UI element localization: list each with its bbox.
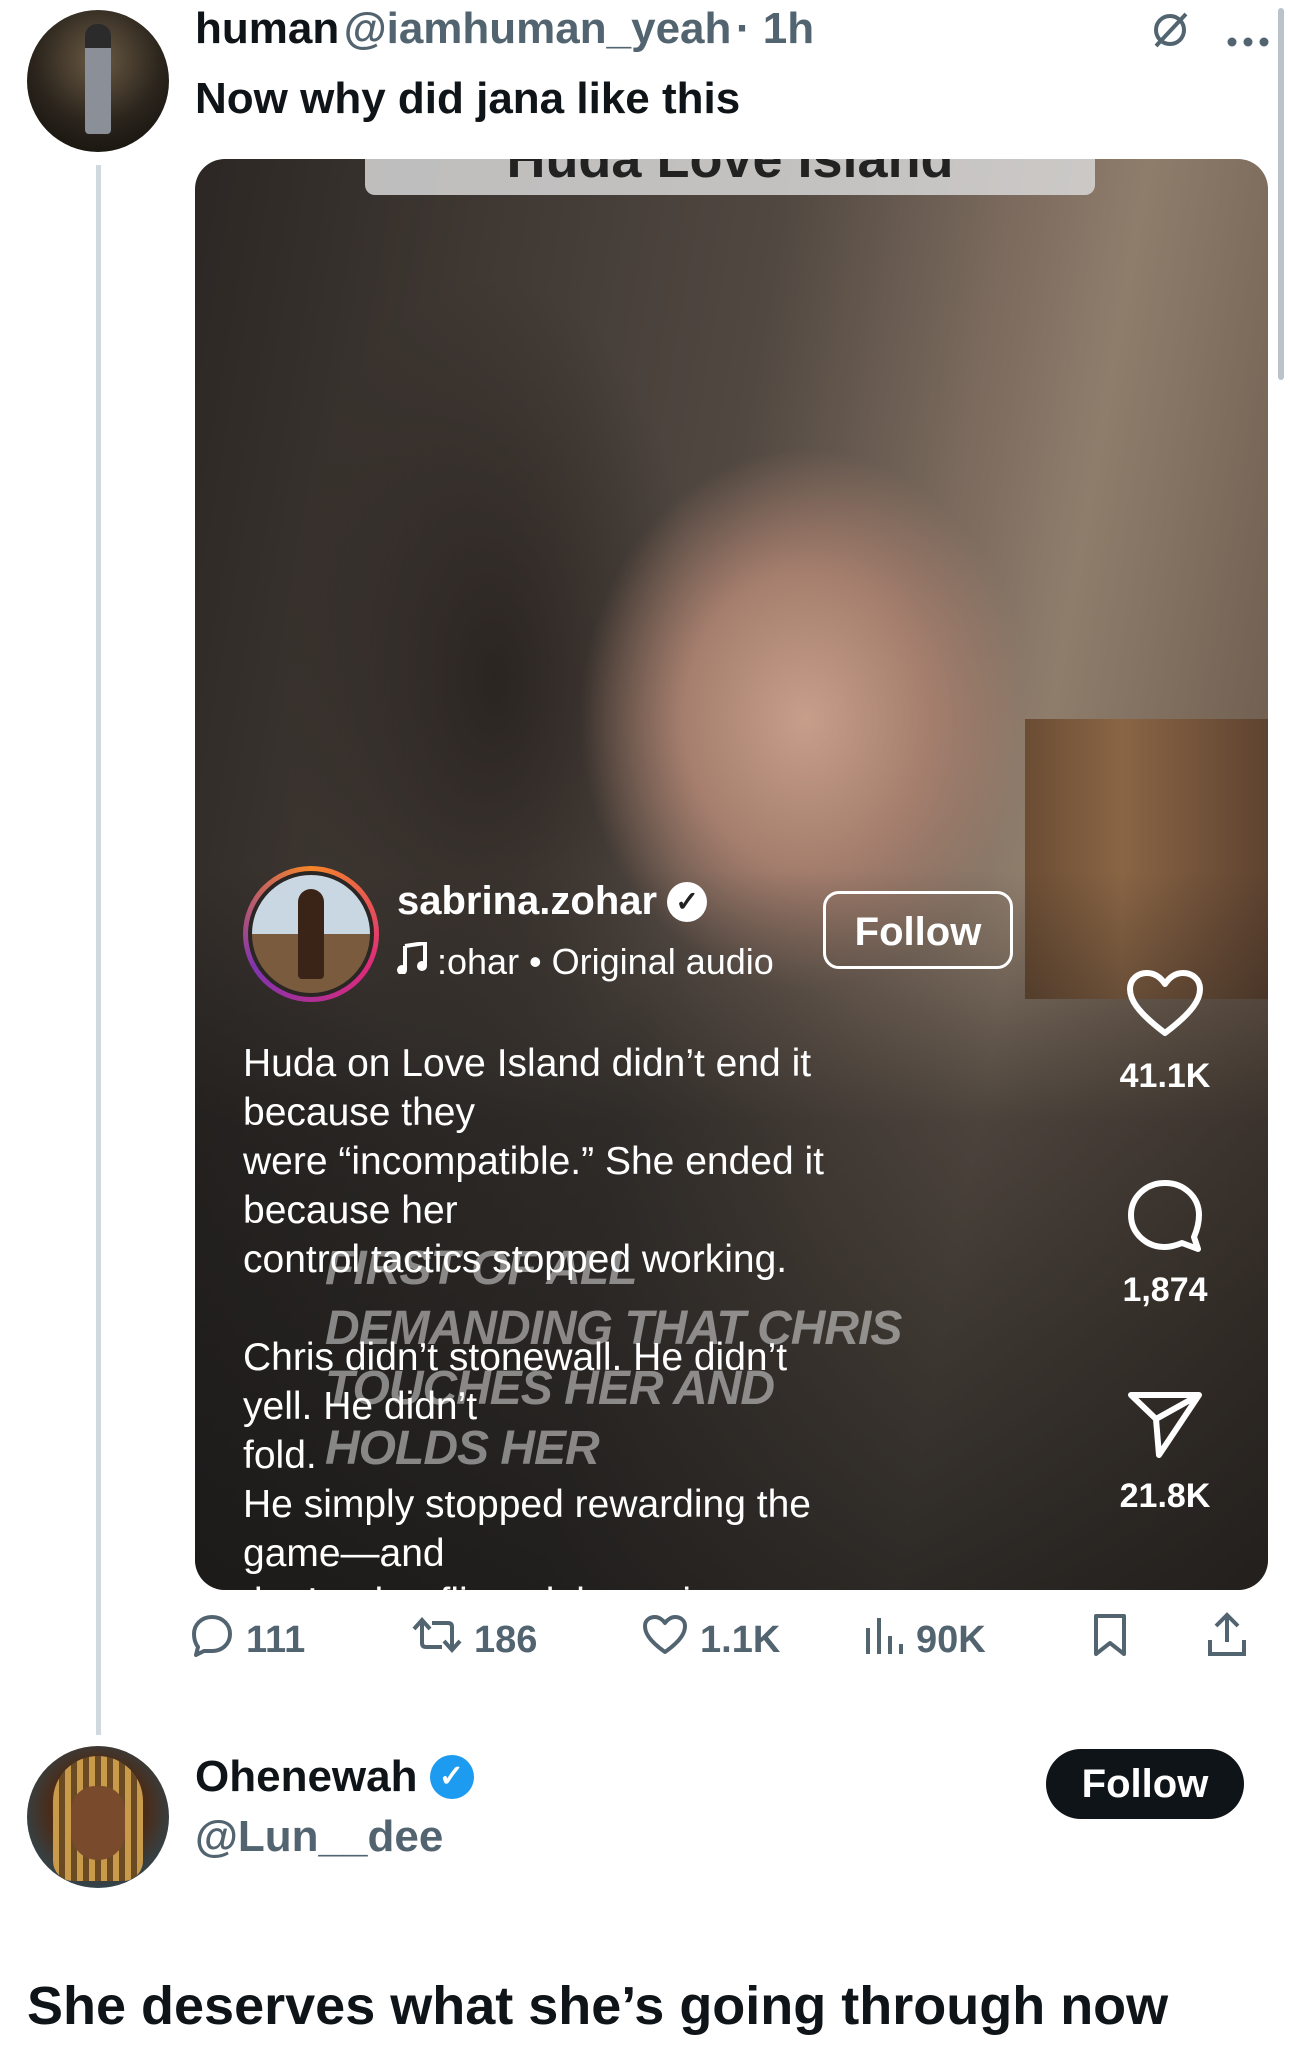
thread-line (96, 165, 101, 1735)
repost-icon (412, 1615, 462, 1666)
repost-button[interactable]: 186 (412, 1615, 642, 1666)
tweet-text: Now why did jana like this (195, 74, 741, 123)
reply-author-name[interactable]: Ohenewah (195, 1752, 418, 1802)
reel-top-label: Huda Love Island (365, 159, 1095, 195)
verified-badge-icon: ✓ (667, 881, 708, 922)
bookmark-button[interactable] (1092, 1613, 1206, 1668)
reel-audio[interactable]: :ohar • Original audio (397, 940, 774, 983)
reply-button[interactable]: 111 (190, 1613, 412, 1668)
author-handle[interactable]: @iamhuman_yeah (344, 4, 732, 53)
music-note-icon (397, 940, 427, 983)
tweet-top-icons (1148, 8, 1270, 62)
grok-icon[interactable] (1148, 8, 1192, 62)
reel-share-button[interactable]: 21.8K (1100, 1389, 1230, 1516)
tweet-actions: 111 186 1.1K 90K (190, 1612, 1280, 1669)
verified-badge-icon[interactable]: ✓ (429, 1755, 474, 1799)
views-button[interactable]: 90K (864, 1614, 1092, 1667)
reply-icon (190, 1613, 234, 1668)
reel-like-count: 41.1K (1119, 1057, 1211, 1095)
like-button[interactable]: 1.1K (642, 1614, 864, 1667)
author-avatar[interactable] (27, 10, 169, 152)
send-icon (1100, 1389, 1230, 1477)
comment-bubble-icon (1100, 1179, 1230, 1271)
tweet-time[interactable]: · 1h (736, 4, 814, 53)
tweet-header: human @iamhuman_yeah · 1h (195, 4, 814, 54)
reel-video[interactable]: Huda Love Island sabrina.zohar ✓ :ohar •… (195, 159, 1268, 1590)
like-count: 1.1K (700, 1619, 781, 1661)
reel-avatar[interactable] (243, 866, 379, 1002)
reel-audio-label: :ohar • Original audio (437, 941, 774, 982)
more-icon[interactable] (1226, 13, 1270, 58)
bookmark-icon (1092, 1613, 1128, 1668)
views-count: 90K (916, 1619, 986, 1661)
author-name[interactable]: human (195, 4, 339, 53)
heart-icon (642, 1614, 688, 1667)
reel-username-row[interactable]: sabrina.zohar ✓ (397, 879, 708, 924)
reel-username[interactable]: sabrina.zohar (397, 879, 657, 924)
share-icon (1206, 1612, 1248, 1669)
reel-follow-button[interactable]: Follow (823, 891, 1013, 969)
reel-comment-count: 1,874 (1122, 1271, 1208, 1309)
bar-chart-icon (864, 1614, 904, 1667)
repost-count: 186 (474, 1619, 538, 1661)
reply-text: She deserves what she’s going through no… (27, 1976, 1169, 2036)
reply-author-avatar[interactable] (27, 1746, 169, 1888)
reply-author-handle[interactable]: @Lun__dee (195, 1812, 443, 1862)
heart-icon (1100, 969, 1230, 1057)
reply-count: 111 (246, 1619, 306, 1661)
reel-share-count: 21.8K (1119, 1477, 1211, 1515)
reel-comment-button[interactable]: 1,874 (1100, 1179, 1230, 1310)
reel-caption: Huda on Love Island didn’t end it becaus… (243, 1042, 824, 1590)
reply-author-row: Ohenewah ✓ (195, 1752, 474, 1802)
reel-like-button[interactable]: 41.1K (1100, 969, 1230, 1096)
share-button[interactable] (1206, 1612, 1248, 1669)
scrollbar[interactable] (1278, 8, 1284, 380)
follow-button[interactable]: Follow (1046, 1749, 1244, 1819)
